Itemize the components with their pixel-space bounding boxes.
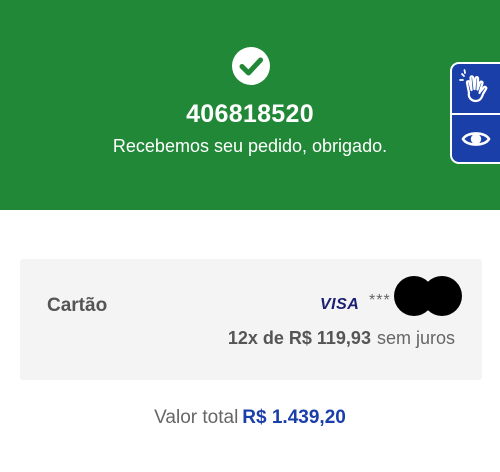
accessibility-widget <box>450 62 500 164</box>
redaction-mark <box>394 276 462 316</box>
sign-language-hand-icon <box>459 69 488 103</box>
total-value: R$ 1.439,20 <box>242 407 346 428</box>
total-label: Valor total <box>154 407 239 428</box>
masked-card-number: *** <box>369 292 391 309</box>
visual-accessibility-button[interactable] <box>452 115 500 162</box>
order-number: 406818520 <box>186 100 314 128</box>
eye-icon <box>461 132 491 146</box>
visa-logo: VISA <box>320 296 360 313</box>
success-check-icon <box>232 47 270 85</box>
sign-language-button[interactable] <box>452 64 500 113</box>
installment-amount: 12x de R$ 119,93 <box>227 328 371 348</box>
confirmation-banner: 406818520 Recebemos seu pedido, obrigado… <box>0 0 500 210</box>
confirmation-message: Recebemos seu pedido, obrigado. <box>112 136 388 156</box>
payment-method-label: Cartão <box>47 295 108 316</box>
total-row: Valor total R$ 1.439,20 <box>0 407 500 429</box>
payment-card: Cartão VISA *** 12x de R$ 119,93 sem juro… <box>20 259 482 380</box>
installment-info: 12x de R$ 119,93 sem juros <box>228 328 455 349</box>
interest-note: sem juros <box>376 328 455 348</box>
